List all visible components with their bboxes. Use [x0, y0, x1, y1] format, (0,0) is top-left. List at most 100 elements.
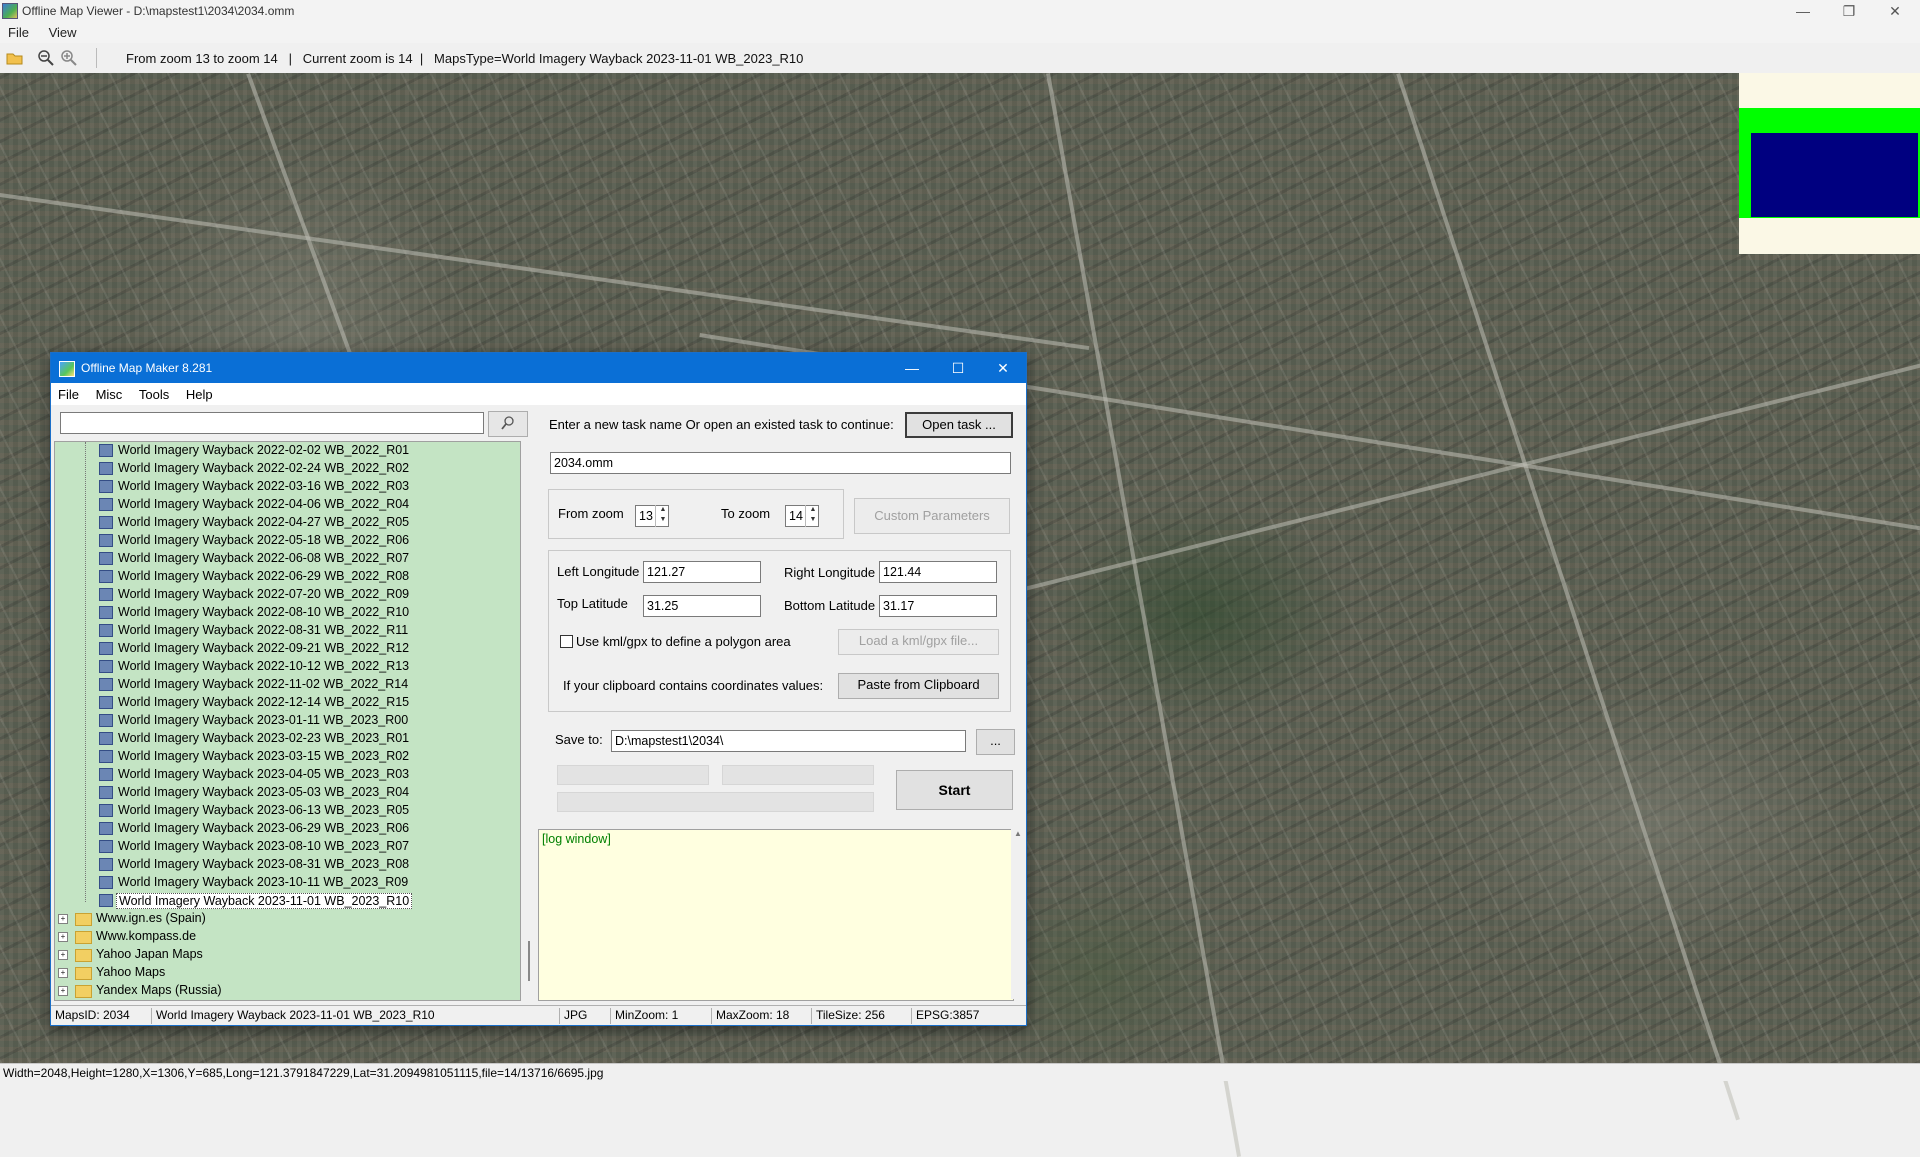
- map-layer-icon: [99, 678, 113, 691]
- tree-folder[interactable]: + Yahoo Japan Maps: [55, 946, 515, 964]
- tree-item-label: World Imagery Wayback 2022-04-06 WB_2022…: [118, 497, 410, 511]
- map-road: [1396, 73, 1740, 1121]
- tree-item[interactable]: World Imagery Wayback 2022-06-29 WB_2022…: [55, 568, 515, 586]
- browse-folder-button[interactable]: ...: [976, 729, 1015, 755]
- kml-checkbox[interactable]: [560, 635, 573, 648]
- tree-item[interactable]: World Imagery Wayback 2023-03-15 WB_2023…: [55, 748, 515, 766]
- custom-parameters-button[interactable]: Custom Parameters: [854, 498, 1010, 534]
- dialog-menu-file[interactable]: File: [51, 383, 85, 402]
- start-button[interactable]: Start: [896, 770, 1013, 810]
- map-source-search-input[interactable]: [60, 412, 484, 434]
- tree-item[interactable]: World Imagery Wayback 2022-03-16 WB_2022…: [55, 478, 515, 496]
- map-layer-icon: [99, 480, 113, 493]
- map-layer-icon: [99, 660, 113, 673]
- tree-item-label: World Imagery Wayback 2022-06-29 WB_2022…: [118, 569, 410, 583]
- scroll-up-icon[interactable]: ▲: [1011, 829, 1025, 838]
- dialog-minimize-button[interactable]: —: [889, 353, 935, 383]
- right-longitude-label: Right Longitude: [784, 565, 876, 580]
- tree-item[interactable]: World Imagery Wayback 2022-08-31 WB_2022…: [55, 622, 515, 640]
- tree-item-label: World Imagery Wayback 2023-08-31 WB_2023…: [118, 857, 410, 871]
- left-longitude-label: Left Longitude: [557, 564, 640, 579]
- map-source-tree[interactable]: World Imagery Wayback 2022-02-02 WB_2022…: [54, 441, 521, 1001]
- tree-item[interactable]: World Imagery Wayback 2022-07-20 WB_2022…: [55, 586, 515, 604]
- close-button[interactable]: ✕: [1872, 0, 1918, 22]
- paste-from-clipboard-button[interactable]: Paste from Clipboard: [838, 673, 999, 699]
- tree-scroll-thumb[interactable]: [528, 941, 530, 981]
- top-latitude-label: Top Latitude: [557, 596, 628, 611]
- dialog-menubar: File Misc Tools Help: [51, 383, 1026, 405]
- tree-folder-label: Yahoo Japan Maps: [96, 947, 203, 961]
- viewer-title: Offline Map Viewer - D:\mapstest1\2034\2…: [22, 4, 295, 18]
- tree-item[interactable]: World Imagery Wayback 2023-08-10 WB_2023…: [55, 838, 515, 856]
- right-longitude-input[interactable]: 121.44: [879, 561, 997, 583]
- tree-item[interactable]: World Imagery Wayback 2022-12-14 WB_2022…: [55, 694, 515, 712]
- tree-item[interactable]: World Imagery Wayback 2023-02-23 WB_2023…: [55, 730, 515, 748]
- expand-icon[interactable]: +: [58, 968, 68, 978]
- left-longitude-input[interactable]: 121.27: [643, 561, 761, 583]
- bottom-latitude-input[interactable]: 31.17: [879, 595, 997, 617]
- viewer-toolbar: From zoom 13 to zoom 14 | Current zoom i…: [0, 43, 1920, 74]
- dialog-maximize-button[interactable]: ☐: [935, 353, 981, 383]
- minimize-button[interactable]: —: [1780, 0, 1826, 22]
- tree-item[interactable]: World Imagery Wayback 2023-06-29 WB_2023…: [55, 820, 515, 838]
- save-to-input[interactable]: D:\mapstest1\2034\: [611, 730, 966, 752]
- tree-item-label: World Imagery Wayback 2022-02-02 WB_2022…: [118, 443, 410, 457]
- zoom-out-icon[interactable]: [37, 49, 55, 67]
- from-zoom-spinner[interactable]: ▲ ▼: [655, 505, 670, 527]
- menu-view[interactable]: View: [41, 22, 85, 40]
- overview-minimap[interactable]: [1739, 73, 1920, 254]
- load-kml-button[interactable]: Load a kml/gpx file...: [838, 629, 999, 655]
- zoom-in-icon[interactable]: [60, 49, 78, 67]
- tree-item-label: World Imagery Wayback 2023-11-01 WB_2023…: [116, 893, 413, 909]
- expand-icon[interactable]: +: [58, 932, 68, 942]
- log-scrollbar[interactable]: ▲: [1011, 829, 1025, 999]
- open-task-button[interactable]: Open task ...: [905, 412, 1013, 438]
- viewer-statusbar: Width=2048,Height=1280,X=1306,Y=685,Long…: [0, 1063, 1920, 1081]
- tree-item[interactable]: World Imagery Wayback 2023-06-13 WB_2023…: [55, 802, 515, 820]
- tree-folder[interactable]: + Www.kompass.de: [55, 928, 515, 946]
- top-latitude-input[interactable]: 31.25: [643, 595, 761, 617]
- tree-item[interactable]: World Imagery Wayback 2023-05-03 WB_2023…: [55, 784, 515, 802]
- tree-item[interactable]: World Imagery Wayback 2022-09-21 WB_2022…: [55, 640, 515, 658]
- map-layer-icon: [99, 588, 113, 601]
- tree-item[interactable]: World Imagery Wayback 2022-04-06 WB_2022…: [55, 496, 515, 514]
- map-layer-icon: [99, 534, 113, 547]
- tree-item[interactable]: World Imagery Wayback 2022-04-27 WB_2022…: [55, 514, 515, 532]
- tree-folder[interactable]: + Www.ign.es (Spain): [55, 910, 515, 928]
- dialog-titlebar[interactable]: Offline Map Maker 8.281 — ☐ ✕: [51, 353, 1026, 383]
- expand-icon[interactable]: +: [58, 986, 68, 996]
- dialog-close-button[interactable]: ✕: [980, 353, 1026, 383]
- tree-item[interactable]: World Imagery Wayback 2022-06-08 WB_2022…: [55, 550, 515, 568]
- task-name-input[interactable]: 2034.omm: [550, 452, 1011, 474]
- tree-folder[interactable]: + Yandex Maps (Russia): [55, 982, 515, 1000]
- tree-item[interactable]: World Imagery Wayback 2023-10-11 WB_2023…: [55, 874, 515, 892]
- tree-item[interactable]: World Imagery Wayback 2022-11-02 WB_2022…: [55, 676, 515, 694]
- status-epsg: EPSG:3857: [911, 1008, 979, 1024]
- tree-item-label: World Imagery Wayback 2022-08-31 WB_2022…: [118, 623, 409, 637]
- dialog-menu-misc[interactable]: Misc: [89, 383, 129, 402]
- menu-file[interactable]: File: [0, 22, 37, 40]
- tree-item[interactable]: World Imagery Wayback 2023-11-01 WB_2023…: [55, 892, 515, 910]
- tree-item[interactable]: World Imagery Wayback 2022-02-02 WB_2022…: [55, 442, 515, 460]
- map-layer-icon: [99, 732, 113, 745]
- tree-item[interactable]: World Imagery Wayback 2023-01-11 WB_2023…: [55, 712, 515, 730]
- tree-item[interactable]: World Imagery Wayback 2022-05-18 WB_2022…: [55, 532, 515, 550]
- dialog-menu-tools[interactable]: Tools: [132, 383, 175, 402]
- tree-item[interactable]: World Imagery Wayback 2022-10-12 WB_2022…: [55, 658, 515, 676]
- tree-folder[interactable]: + Yahoo Maps: [55, 964, 515, 982]
- dialog-menu-help[interactable]: Help: [179, 383, 219, 402]
- expand-icon[interactable]: +: [58, 914, 68, 924]
- maximize-button[interactable]: ❐: [1826, 0, 1872, 22]
- expand-icon[interactable]: +: [58, 950, 68, 960]
- search-button[interactable]: [488, 411, 528, 437]
- tree-item[interactable]: World Imagery Wayback 2022-02-24 WB_2022…: [55, 460, 515, 478]
- tree-scrollbar[interactable]: [521, 441, 537, 999]
- to-zoom-spinner[interactable]: ▲ ▼: [805, 505, 820, 527]
- tree-item[interactable]: World Imagery Wayback 2023-04-05 WB_2023…: [55, 766, 515, 784]
- tree-item[interactable]: World Imagery Wayback 2023-08-31 WB_2023…: [55, 856, 515, 874]
- open-folder-icon[interactable]: [6, 49, 24, 67]
- log-window[interactable]: [log window]: [538, 829, 1014, 1001]
- status-tile-size: TileSize: 256: [811, 1008, 885, 1024]
- tree-item[interactable]: World Imagery Wayback 2022-08-10 WB_2022…: [55, 604, 515, 622]
- tree-item-label: World Imagery Wayback 2023-10-11 WB_2023…: [118, 875, 409, 889]
